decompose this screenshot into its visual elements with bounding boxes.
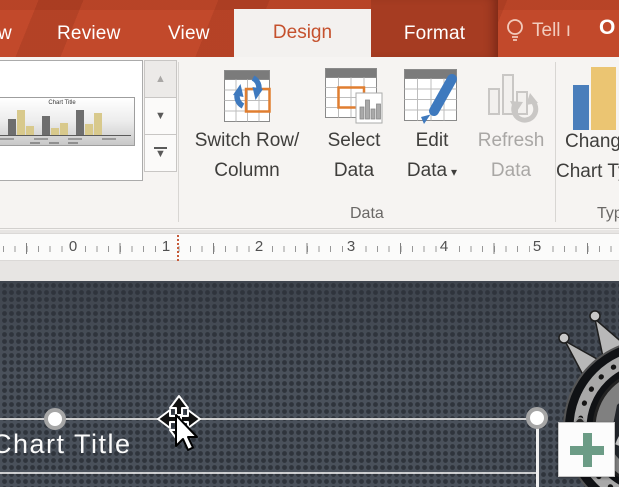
thumb-bars — [0, 105, 130, 135]
thumb-bar — [94, 113, 102, 135]
thumbnail-category-labels — [0, 138, 126, 140]
change-chart-type-icon[interactable] — [573, 67, 619, 135]
button-label-line2: Column — [214, 158, 279, 184]
tab-review[interactable]: Review — [57, 23, 121, 45]
ribbon: Chart Title ▲ ▼ ▼ — [0, 57, 619, 229]
slide-chart-title[interactable]: Chart Title — [0, 429, 132, 460]
selection-handle[interactable] — [44, 408, 66, 430]
thumb-bar — [42, 116, 50, 135]
refresh-data-icon — [482, 64, 540, 128]
ribbon-tab-bar: w Review View Design Format Tell ı O — [0, 0, 619, 57]
select-data-icon — [324, 64, 384, 128]
move-cursor-icon — [148, 394, 208, 456]
gallery-more-icon: ▼ — [154, 147, 167, 159]
chart-styles-gallery: Chart Title — [0, 60, 143, 181]
thumbnail-legend — [30, 142, 86, 144]
gallery-up-icon: ▲ — [155, 73, 166, 85]
account-partial-label: O — [599, 16, 615, 40]
slide-canvas[interactable]: Chart Title — [0, 281, 619, 487]
button-label-line1: Select — [328, 128, 381, 154]
powerpoint-window: w Review View Design Format Tell ı O Cha… — [0, 0, 619, 487]
ruler-number: 3 — [344, 238, 358, 255]
tab-format[interactable]: Format — [371, 23, 498, 45]
gallery-more-button[interactable]: ▼ — [144, 134, 177, 172]
ruler-number: 2 — [252, 238, 266, 255]
thumb-bar — [8, 119, 16, 135]
thumb-bar-group — [76, 110, 102, 135]
thumb-bar — [76, 110, 84, 135]
select-data-button[interactable]: Select Data — [313, 64, 395, 194]
ruler-number: 0 — [66, 238, 80, 255]
tab-design-label: Design — [273, 22, 332, 44]
button-label-line2: Data — [334, 158, 374, 184]
switch-row-column-button[interactable]: Switch Row/ Column — [183, 64, 311, 194]
horizontal-ruler: 0 1 2 3 4 5 — [0, 233, 619, 261]
thumb-bar — [51, 128, 59, 135]
ruler-ticks — [0, 234, 619, 260]
thumb-bar-group — [42, 116, 68, 135]
thumb-bar — [26, 126, 34, 135]
thumb-bar — [17, 110, 25, 135]
tab-design[interactable]: Design — [234, 9, 371, 57]
lightbulb-icon — [505, 18, 525, 44]
button-label-line1: Switch Row/ — [195, 128, 300, 154]
change-chart-type-label-line2[interactable]: Chart Type — [556, 161, 619, 183]
gallery-scroll-up-button[interactable]: ▲ — [144, 60, 177, 98]
edit-data-button[interactable]: Edit Data▾ — [395, 64, 469, 194]
ruler-number: 5 — [530, 238, 544, 255]
tab-view[interactable]: View — [168, 23, 210, 45]
switch-row-column-icon — [223, 64, 271, 128]
thumbnail-axis — [0, 135, 131, 136]
thumb-bar-group — [8, 110, 34, 135]
button-label-line1: Refresh — [478, 128, 545, 154]
selection-border-bottom — [0, 472, 537, 474]
gallery-scroll-down-button[interactable]: ▼ — [144, 97, 177, 135]
selection-border-top — [0, 418, 538, 420]
chart-style-thumbnail[interactable]: Chart Title — [0, 97, 135, 146]
edit-data-caret-icon: ▾ — [451, 165, 457, 179]
thumb-bar — [85, 124, 93, 135]
button-label-line2: Data — [491, 158, 531, 184]
tell-me-label: Tell ı — [532, 20, 571, 42]
group-separator — [555, 62, 556, 222]
group-separator — [178, 62, 179, 222]
thumb-bar — [60, 123, 68, 135]
contextual-tab-group: Format — [371, 0, 498, 57]
ruler-number: 4 — [437, 238, 451, 255]
type-group-label: Type — [597, 205, 619, 223]
ruler-position-indicator — [177, 235, 179, 261]
data-group-label: Data — [350, 205, 384, 223]
gallery-down-icon: ▼ — [155, 110, 166, 122]
gallery-scroll-buttons: ▲ ▼ ▼ — [144, 60, 177, 172]
edit-data-icon — [403, 64, 461, 128]
refresh-data-button: Refresh Data — [469, 64, 553, 194]
change-chart-type-label-line1[interactable]: Change — [565, 131, 619, 153]
ruler-zone: 0 1 2 3 4 5 — [0, 230, 619, 281]
tab-partial-left[interactable]: w — [0, 23, 12, 45]
ruler-number: 1 — [159, 238, 173, 255]
button-label-line1: Edit — [416, 128, 449, 154]
selection-handle[interactable] — [526, 407, 548, 429]
selection-border-right — [536, 421, 539, 487]
chart-elements-plus-icon — [583, 433, 592, 467]
chart-elements-button[interactable] — [558, 422, 615, 477]
tell-me-box[interactable]: Tell ı — [505, 18, 571, 44]
button-label-line2: Data▾ — [407, 158, 457, 185]
